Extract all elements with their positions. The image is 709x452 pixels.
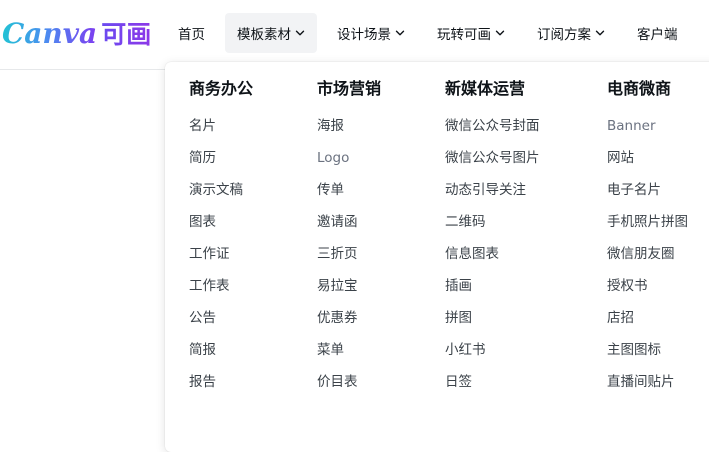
column-title: 商务办公 bbox=[189, 79, 254, 98]
nav-item-label: 模板素材 bbox=[237, 27, 291, 43]
nav-item-templates[interactable]: 模板素材 bbox=[225, 13, 317, 53]
column-title: 市场营销 bbox=[317, 79, 382, 98]
nav-item-pricing[interactable]: 订阅方案 bbox=[525, 13, 617, 53]
menu-item[interactable]: 插画 bbox=[445, 272, 540, 304]
nav-item-label: 订阅方案 bbox=[537, 27, 591, 43]
menu-item[interactable]: 授权书 bbox=[607, 272, 688, 304]
menu-item[interactable]: 拼图 bbox=[445, 304, 540, 336]
menu-item[interactable]: 名片 bbox=[189, 112, 253, 144]
nav-item-download-client[interactable]: 客户端 bbox=[625, 13, 690, 53]
menu-item[interactable]: 传单 bbox=[317, 176, 381, 208]
menu-item[interactable]: 简报 bbox=[189, 336, 253, 368]
logo-chinese-wordmark: 可画 bbox=[101, 15, 151, 51]
menu-item[interactable]: 优惠券 bbox=[317, 304, 381, 336]
menu-item[interactable]: 菜单 bbox=[317, 336, 381, 368]
menu-item[interactable]: Logo bbox=[317, 144, 381, 176]
menu-item[interactable]: 工作证 bbox=[189, 240, 253, 272]
logo-wordmark: Canva bbox=[2, 16, 98, 50]
nav-item-label: 设计场景 bbox=[337, 27, 391, 43]
menu-item[interactable]: 三折页 bbox=[317, 240, 381, 272]
nav-item-label: 玩转可画 bbox=[437, 27, 491, 43]
nav-item-design-scenes[interactable]: 设计场景 bbox=[325, 13, 417, 53]
menu-item[interactable]: 图表 bbox=[189, 208, 253, 240]
chevron-down-icon bbox=[295, 28, 305, 38]
menu-item[interactable]: 信息图表 bbox=[445, 240, 540, 272]
menu-item[interactable]: 价目表 bbox=[317, 368, 381, 400]
menu-item[interactable]: 海报 bbox=[317, 112, 381, 144]
nav-item-label: 客户端 bbox=[637, 27, 678, 43]
chevron-down-icon bbox=[495, 28, 505, 38]
menu-item[interactable]: 日签 bbox=[445, 368, 540, 400]
menu-item[interactable]: Banner bbox=[607, 112, 688, 144]
menu-item[interactable]: 网站 bbox=[607, 144, 688, 176]
nav-item-home[interactable]: 首页 bbox=[166, 13, 217, 53]
menu-item[interactable]: 易拉宝 bbox=[317, 272, 381, 304]
menu-item[interactable]: 简历 bbox=[189, 144, 253, 176]
dropdown-column-business: 商务办公 名片 简历 演示文稿 图表 工作证 工作表 公告 简报 报告 bbox=[189, 78, 253, 400]
top-navigation-bar: Canva 可画 首页 模板素材 设计场景 玩转可画 订阅方案 客户端 bbox=[0, 0, 709, 70]
chevron-down-icon bbox=[395, 28, 405, 38]
menu-item[interactable]: 演示文稿 bbox=[189, 176, 253, 208]
column-title: 电商微商 bbox=[607, 79, 672, 98]
menu-item[interactable]: 邀请函 bbox=[317, 208, 381, 240]
menu-item[interactable]: 微信公众号封面 bbox=[445, 112, 540, 144]
main-nav: 首页 模板素材 设计场景 玩转可画 订阅方案 客户端 bbox=[166, 13, 698, 53]
chevron-down-icon bbox=[595, 28, 605, 38]
templates-dropdown-menu: 商务办公 名片 简历 演示文稿 图表 工作证 工作表 公告 简报 报告 市场营销… bbox=[165, 62, 709, 452]
menu-item[interactable]: 公告 bbox=[189, 304, 253, 336]
menu-item[interactable]: 报告 bbox=[189, 368, 253, 400]
nav-item-explore-canva[interactable]: 玩转可画 bbox=[425, 13, 517, 53]
menu-item[interactable]: 直播间贴片 bbox=[607, 368, 688, 400]
menu-item[interactable]: 主图图标 bbox=[607, 336, 688, 368]
canva-logo[interactable]: Canva 可画 bbox=[2, 13, 151, 53]
menu-item[interactable]: 店招 bbox=[607, 304, 688, 336]
menu-item[interactable]: 手机照片拼图 bbox=[607, 208, 688, 240]
column-title: 新媒体运营 bbox=[445, 79, 526, 98]
menu-item[interactable]: 二维码 bbox=[445, 208, 540, 240]
menu-item[interactable]: 电子名片 bbox=[607, 176, 688, 208]
menu-item[interactable]: 动态引导关注 bbox=[445, 176, 540, 208]
menu-item[interactable]: 工作表 bbox=[189, 272, 253, 304]
dropdown-column-new-media: 新媒体运营 微信公众号封面 微信公众号图片 动态引导关注 二维码 信息图表 插画… bbox=[445, 78, 540, 400]
menu-item[interactable]: 微信公众号图片 bbox=[445, 144, 540, 176]
menu-item[interactable]: 微信朋友圈 bbox=[607, 240, 688, 272]
nav-item-label: 首页 bbox=[178, 27, 205, 43]
menu-item[interactable]: 小红书 bbox=[445, 336, 540, 368]
dropdown-column-marketing: 市场营销 海报 Logo 传单 邀请函 三折页 易拉宝 优惠券 菜单 价目表 bbox=[317, 78, 381, 400]
dropdown-column-ecommerce: 电商微商 Banner 网站 电子名片 手机照片拼图 微信朋友圈 授权书 店招 … bbox=[607, 78, 688, 400]
